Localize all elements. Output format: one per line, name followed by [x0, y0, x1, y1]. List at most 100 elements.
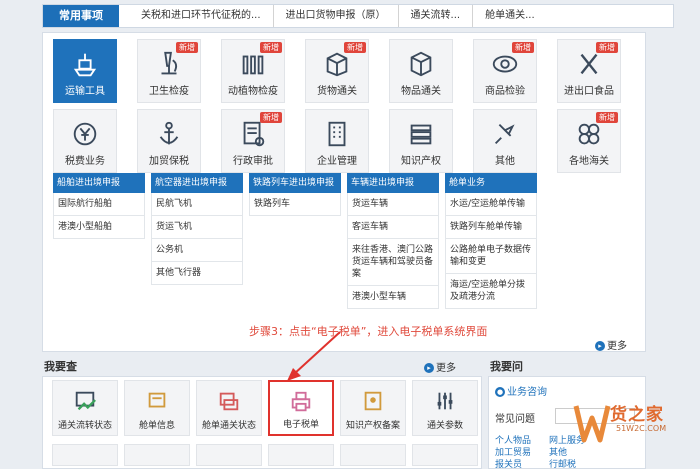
- service-label: 运输工具: [65, 86, 105, 97]
- submenu-item[interactable]: 其他飞行器: [151, 262, 243, 285]
- printer-icon: [291, 391, 311, 412]
- query-more-link[interactable]: ▸ 更多: [424, 359, 456, 374]
- watermark-url: 51W2C.COM: [616, 424, 667, 433]
- submenu-header[interactable]: 舱单业务: [445, 173, 537, 193]
- service-label: 动植物检疫: [228, 86, 278, 97]
- query-label: 电子税单: [282, 420, 319, 430]
- service-tile[interactable]: 货物通关 新增: [305, 39, 369, 103]
- submenu-item[interactable]: 客运车辆: [347, 216, 439, 239]
- query-tile[interactable]: 知识产权备案: [340, 380, 406, 436]
- query-tile-partial[interactable]: [52, 444, 118, 466]
- service-tile[interactable]: 进出口食品 新增: [557, 39, 621, 103]
- books-icon: [410, 124, 432, 145]
- frequent-link[interactable]: 舱单通关...: [473, 5, 547, 27]
- service-tile[interactable]: 加贸保税: [137, 109, 201, 173]
- faq-link[interactable]: 报关员: [495, 457, 522, 469]
- query-tile[interactable]: 通关流转状态: [52, 380, 118, 436]
- frequent-items-bar: 常用事项 关税和进口环节代征税的... 进出口货物申报（原） 通关流转... 舱…: [42, 4, 674, 28]
- new-badge: 新增: [260, 42, 282, 53]
- watermark: 货之家 51W2C.COM: [572, 398, 696, 454]
- submenu-item[interactable]: 货运飞机: [151, 216, 243, 239]
- query-label: 舱单信息: [138, 421, 175, 431]
- query-tile-partial[interactable]: [340, 444, 406, 466]
- submenu-item[interactable]: 货运车辆: [347, 193, 439, 216]
- service-label: 税费业务: [65, 156, 105, 167]
- submenu-item[interactable]: 来往香港、澳门公路货运车辆和驾驶员备案: [347, 239, 439, 286]
- building-icon: [328, 121, 346, 147]
- frequent-link[interactable]: 进出口货物申报（原）: [274, 5, 399, 27]
- certificate-icon: [364, 391, 382, 411]
- submenu-header[interactable]: 铁路列车进出境申报: [249, 173, 341, 193]
- submenu-item[interactable]: 民航飞机: [151, 193, 243, 216]
- query-tile-partial[interactable]: [268, 444, 334, 466]
- service-tile[interactable]: 卫生检疫 新增: [137, 39, 201, 103]
- submenu-column: 车辆进出境申报 货运车辆 客运车辆 来往香港、澳门公路货运车辆和驾驶员备案 港澳小型车辆: [347, 173, 439, 309]
- frequent-link[interactable]: 关税和进口环节代征税的...: [129, 5, 274, 27]
- submenu-item[interactable]: 公务机: [151, 239, 243, 262]
- consult-label: 业务咨询: [507, 387, 547, 398]
- more-label: 更多: [436, 363, 456, 374]
- anchor-icon: [159, 121, 179, 145]
- fork-knife-icon: [580, 53, 598, 75]
- query-tile[interactable]: 通关参数: [412, 380, 478, 436]
- submenu-item[interactable]: 铁路列车: [249, 193, 341, 216]
- service-tile[interactable]: 税费业务: [53, 109, 117, 173]
- submenu-item[interactable]: 港澳小型车辆: [347, 286, 439, 309]
- ask-section-title: 我要问: [490, 360, 523, 373]
- yen-icon: [73, 122, 97, 146]
- service-label: 知识产权: [401, 156, 441, 167]
- eye-inspect-icon: [492, 55, 518, 73]
- new-badge: 新增: [260, 112, 282, 123]
- query-tile[interactable]: 舱单信息: [124, 380, 190, 436]
- more-icon: ▸: [595, 341, 605, 351]
- query-tile-partial[interactable]: [196, 444, 262, 466]
- submenu-header[interactable]: 船舶进出境申报: [53, 173, 145, 193]
- pin-icon: [494, 123, 515, 145]
- submenu-item[interactable]: 水运/空运舱单传输: [445, 193, 537, 216]
- query-tile[interactable]: 电子税单: [268, 380, 334, 436]
- faq-link[interactable]: 行邮税: [549, 457, 576, 469]
- service-tile[interactable]: 运输工具: [53, 39, 117, 103]
- service-tile[interactable]: 物品通关: [389, 39, 453, 103]
- service-tile[interactable]: 商品检验 新增: [473, 39, 537, 103]
- service-tile[interactable]: 行政审批 新增: [221, 109, 285, 173]
- service-tile[interactable]: 知识产权: [389, 109, 453, 173]
- service-label: 卫生检疫: [149, 86, 189, 97]
- submenu-item[interactable]: 海运/空运舱单分拨及疏港分流: [445, 274, 537, 309]
- manifest-icon: [148, 392, 166, 408]
- service-tile[interactable]: 其他: [473, 109, 537, 173]
- consult-link[interactable]: ● 业务咨询: [495, 383, 547, 398]
- submenu-item[interactable]: 港澳小型船舶: [53, 216, 145, 239]
- more-link[interactable]: ▸ 更多: [595, 337, 627, 352]
- approval-doc-icon: [243, 121, 265, 147]
- service-tile[interactable]: 各地海关 新增: [557, 109, 621, 173]
- query-tile-partial[interactable]: [124, 444, 190, 466]
- query-label: 知识产权备案: [345, 421, 400, 431]
- submenu-item[interactable]: 铁路列车舱单传输: [445, 216, 537, 239]
- more-label: 更多: [607, 341, 627, 352]
- frequent-link[interactable]: 通关流转...: [399, 5, 474, 27]
- new-badge: 新增: [596, 112, 618, 123]
- person-icon: ●: [495, 387, 505, 397]
- faq-label: 常见问题: [495, 414, 535, 425]
- query-label: 舱单通关状态: [201, 421, 256, 431]
- fence-icon: [242, 55, 264, 75]
- manifest-status-icon: [219, 392, 239, 411]
- new-badge: 新增: [344, 42, 366, 53]
- watermark-logo-icon: [573, 405, 611, 443]
- service-label: 进出口食品: [564, 86, 614, 97]
- query-section-title: 我要查: [44, 360, 77, 373]
- service-tile[interactable]: 企业管理: [305, 109, 369, 173]
- new-badge: 新增: [176, 42, 198, 53]
- service-label: 商品检验: [485, 86, 525, 97]
- submenu-header[interactable]: 航空器进出境申报: [151, 173, 243, 193]
- submenu-item[interactable]: 国际航行船舶: [53, 193, 145, 216]
- service-tile[interactable]: 动植物检疫 新增: [221, 39, 285, 103]
- query-tile[interactable]: 舱单通关状态: [196, 380, 262, 436]
- submenu-item[interactable]: 公路舱单电子数据传输和变更: [445, 239, 537, 274]
- microscope-icon: [161, 51, 178, 75]
- submenu-header[interactable]: 车辆进出境申报: [347, 173, 439, 193]
- watermark-text: 货之家: [610, 405, 664, 425]
- submenu-column: 船舶进出境申报 国际航行船舶 港澳小型船舶: [53, 173, 145, 239]
- query-tile-partial[interactable]: [412, 444, 478, 466]
